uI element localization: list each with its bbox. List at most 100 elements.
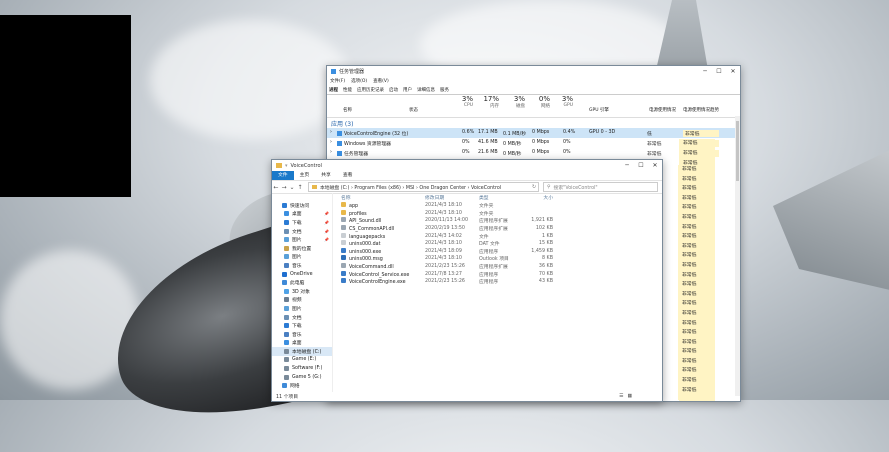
- file-name-cell: VoiceCommand.dll: [333, 263, 425, 270]
- file-row[interactable]: languagepacks 2021/4/3 14:02 文件 1 KB: [333, 232, 662, 240]
- tab-3[interactable]: 启动: [389, 87, 398, 93]
- power-trend-cell: 非常低: [683, 141, 698, 146]
- nav-item[interactable]: 网络: [272, 381, 332, 390]
- nav-item[interactable]: 3D 对象: [272, 287, 332, 296]
- file-row[interactable]: CS_CommonAPI.dll 2020/2/19 13:50 应用程序扩展 102…: [333, 225, 662, 233]
- minimize-icon[interactable]: ─: [698, 68, 712, 75]
- details-view-icon[interactable]: ☰: [619, 394, 623, 399]
- nav-item[interactable]: OneDrive: [272, 270, 332, 279]
- column-date[interactable]: 修改日期: [425, 194, 479, 201]
- nav-item[interactable]: 快速访问: [272, 201, 332, 210]
- file-row[interactable]: profiles 2021/4/3 18:10 文件夹: [333, 209, 662, 218]
- column-disk[interactable]: 3% 磁盘: [507, 95, 525, 109]
- file-size: 8 KB: [541, 256, 553, 262]
- gpu-label: GPU: [563, 103, 574, 108]
- ribbon-tab-3[interactable]: 查看: [337, 171, 359, 180]
- chevron-down-icon[interactable]: ⌄: [288, 184, 296, 191]
- column-gpu-engine[interactable]: GPU 引擎: [589, 107, 609, 113]
- column-type[interactable]: 类型: [479, 194, 523, 201]
- column-network[interactable]: 0% 网络: [532, 95, 550, 109]
- nav-item[interactable]: 桌面 📌: [272, 210, 332, 219]
- nav-item[interactable]: 图片: [272, 304, 332, 313]
- search-input[interactable]: ⚲ 搜索"VoiceControl": [543, 182, 658, 192]
- nav-item[interactable]: 此电脑: [272, 278, 332, 287]
- tab-5[interactable]: 详细信息: [417, 87, 435, 93]
- file-row[interactable]: app 2021/4/3 18:10 文件夹: [333, 202, 662, 210]
- explorer-titlebar[interactable]: ▾ VoiceControl ─ ☐ ✕: [272, 160, 662, 171]
- maximize-icon[interactable]: ☐: [634, 162, 648, 169]
- breadcrumb[interactable]: 本地磁盘 (C:) › Program Files (x86) › MSI › …: [320, 184, 501, 191]
- pin-icon[interactable]: 📌: [324, 229, 329, 234]
- nav-item[interactable]: 文档: [272, 313, 332, 322]
- nav-item[interactable]: 音乐: [272, 330, 332, 339]
- nav-item-label: 音乐: [292, 332, 302, 338]
- pin-icon[interactable]: 📌: [324, 220, 329, 225]
- tab-4[interactable]: 用户: [403, 87, 412, 93]
- file-row[interactable]: VoiceCommand.dll 2021/2/23 15:26 应用程序扩展 36 …: [333, 263, 662, 271]
- nav-item[interactable]: 音乐: [272, 261, 332, 270]
- nav-item[interactable]: 图片: [272, 253, 332, 262]
- maximize-icon[interactable]: ☐: [712, 68, 726, 75]
- back-icon[interactable]: ←: [272, 184, 280, 191]
- tab-0[interactable]: 进程: [329, 87, 338, 93]
- dll-icon: [341, 225, 346, 231]
- nav-item[interactable]: Software (F:): [272, 364, 332, 373]
- ribbon-tab-0[interactable]: 文件: [272, 171, 294, 180]
- address-input[interactable]: 本地磁盘 (C:) › Program Files (x86) › MSI › …: [308, 182, 539, 192]
- ribbon-tabs: 文件 主页 共享 查看: [272, 171, 662, 180]
- column-name[interactable]: 名称: [343, 107, 352, 113]
- up-icon[interactable]: ↑: [296, 184, 304, 191]
- column-status[interactable]: 状态: [409, 107, 418, 113]
- menu-item[interactable]: 文件(F): [330, 78, 345, 84]
- minimize-icon[interactable]: ─: [620, 162, 634, 169]
- ribbon-tab-2[interactable]: 共享: [315, 171, 337, 180]
- pin-icon[interactable]: 📌: [324, 211, 329, 216]
- nav-item-label: 快速访问: [290, 203, 310, 209]
- process-row[interactable]: › VoiceControlEngine (32 位) 0.6% 17.1 MB 0.1…: [327, 128, 740, 138]
- column-size[interactable]: 大小: [523, 194, 553, 201]
- menu-item[interactable]: 选项(O): [351, 78, 367, 84]
- file-row[interactable]: unins000.dat 2021/4/3 18:10 DAT 文件 15 KB: [333, 240, 662, 248]
- nav-item-label: 我的位置: [292, 246, 312, 252]
- column-cpu[interactable]: 3% CPU: [455, 95, 473, 108]
- nav-item[interactable]: 下载 📌: [272, 218, 332, 227]
- nav-item[interactable]: 视频: [272, 296, 332, 305]
- tab-2[interactable]: 应用历史记录: [357, 87, 384, 93]
- nav-item[interactable]: 桌面: [272, 339, 332, 348]
- column-name[interactable]: 名称: [333, 194, 425, 201]
- file-name-cell: unins000.exe: [333, 247, 425, 255]
- nav-item[interactable]: Game 5 (G:): [272, 373, 332, 382]
- task-manager-titlebar[interactable]: 任务管理器 ─ ☐ ✕: [327, 66, 740, 77]
- pin-icon[interactable]: 📌: [324, 237, 329, 242]
- nav-item[interactable]: 本地磁盘 (C:): [272, 347, 332, 356]
- nav-item[interactable]: 图片 📌: [272, 235, 332, 244]
- exe-icon: [341, 270, 346, 276]
- file-row[interactable]: unins000.exe 2021/4/3 18:09 应用程序 1,459 KB: [333, 247, 662, 256]
- file-row[interactable]: unins000.msg 2021/4/3 18:10 Outlook 项目 8 KB: [333, 255, 662, 263]
- file-row[interactable]: VoiceControlEngine.exe 2021/2/23 15:26 应用程…: [333, 278, 662, 286]
- nav-item[interactable]: 下载: [272, 321, 332, 330]
- vertical-scrollbar[interactable]: [735, 116, 740, 396]
- file-row[interactable]: VoiceControl_Service.exe 2021/7/8 13:27 应用…: [333, 270, 662, 278]
- column-power[interactable]: 电源使用情况: [649, 107, 676, 113]
- nav-item[interactable]: 文档 📌: [272, 227, 332, 236]
- column-gpu[interactable]: 3% GPU: [555, 95, 573, 108]
- nav-item[interactable]: Game (E:): [272, 356, 332, 365]
- tiles-view-icon[interactable]: ▦: [627, 394, 632, 399]
- explorer-body: 快速访问 桌面 📌 下载 📌 文档 📌 图片 📌 我的位置 图片 音乐 OneDrive 此电脑 3D 对象…: [272, 193, 662, 392]
- menu-item[interactable]: 查看(V): [373, 78, 389, 84]
- tab-6[interactable]: 服务: [440, 87, 449, 93]
- forward-icon[interactable]: →: [280, 184, 288, 191]
- section-apps[interactable]: 应用 (3): [327, 118, 740, 128]
- close-icon[interactable]: ✕: [726, 68, 740, 75]
- search-placeholder: 搜索"VoiceControl": [553, 185, 598, 191]
- tab-1[interactable]: 性能: [343, 87, 352, 93]
- close-icon[interactable]: ✕: [648, 162, 662, 169]
- column-memory[interactable]: 17% 内存: [479, 95, 499, 109]
- refresh-icon[interactable]: ↻: [532, 185, 536, 190]
- file-row[interactable]: API_Sound.dll 2020/11/13 14:00 应用程序扩展 1,921…: [333, 217, 662, 225]
- ribbon-tab-1[interactable]: 主页: [294, 171, 316, 180]
- nav-item[interactable]: 我的位置: [272, 244, 332, 253]
- scrollbar-thumb[interactable]: [736, 121, 739, 181]
- column-power-trend[interactable]: 电源使用情况趋势: [683, 107, 719, 113]
